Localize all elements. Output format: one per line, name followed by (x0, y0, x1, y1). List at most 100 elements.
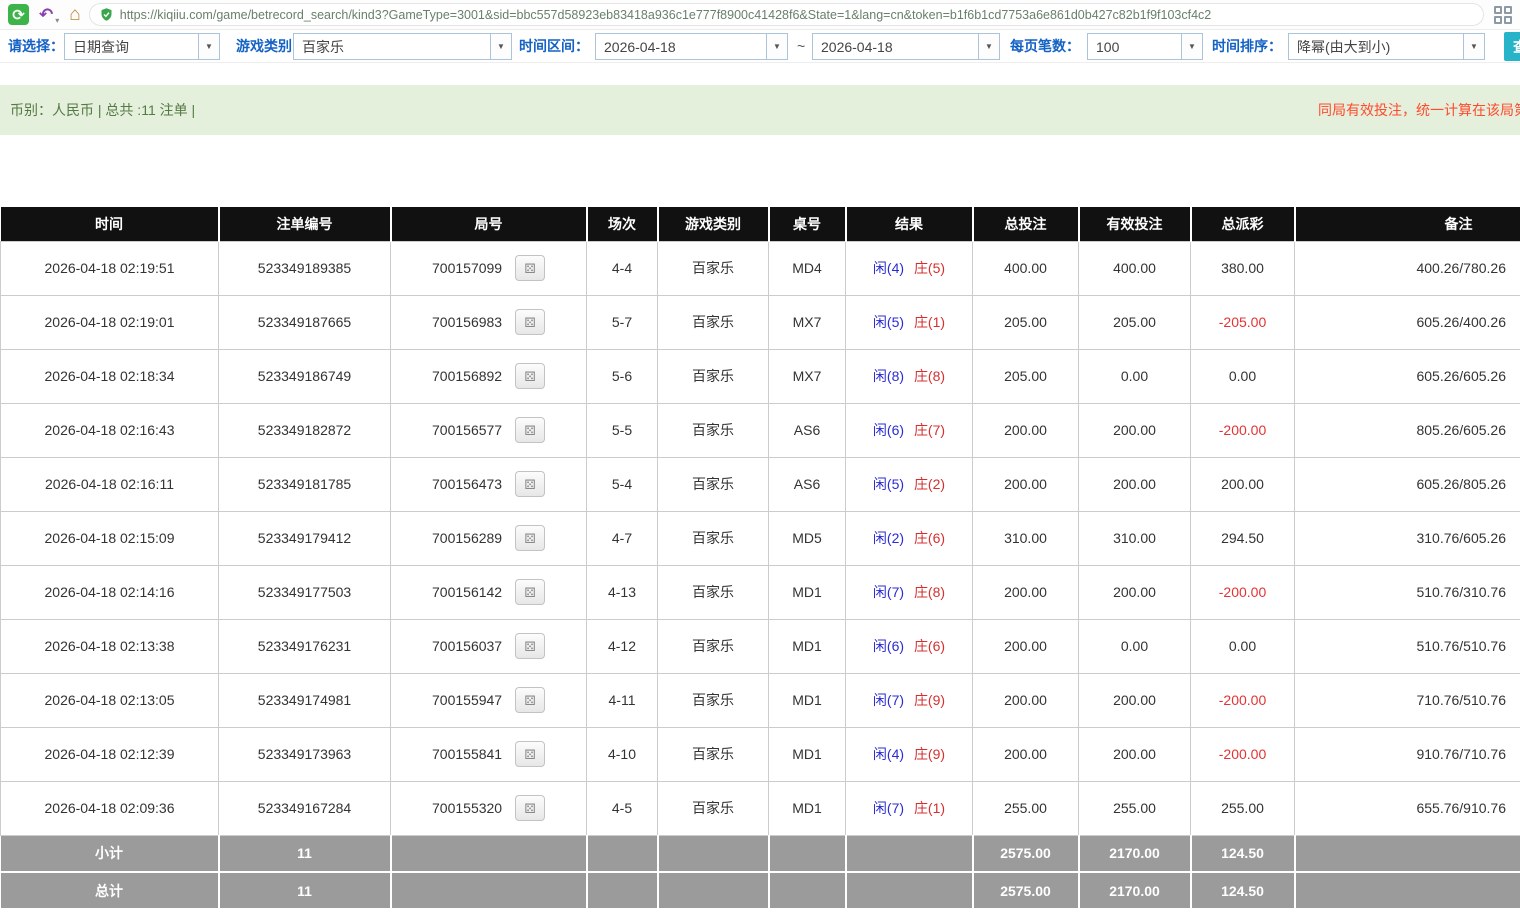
date-to-select[interactable]: 2026-04-18 ▼ (812, 33, 1000, 60)
refresh-icon[interactable]: ⟳ (8, 4, 29, 25)
round-detail-icon[interactable]: ⚄ (515, 741, 545, 767)
chevron-down-icon[interactable]: ▼ (1181, 34, 1202, 59)
round-detail-icon[interactable]: ⚄ (515, 525, 545, 551)
cell-total-bet[interactable]: 200.00 (973, 565, 1079, 619)
result-player: 闲(4) (873, 746, 904, 762)
table-row: 2026-04-18 02:13:05 523349174981 7001559… (1, 673, 1520, 727)
cell-payout: 294.50 (1191, 511, 1295, 565)
cell-payout: -200.00 (1191, 673, 1295, 727)
chevron-down-icon[interactable]: ▼ (490, 34, 511, 59)
browser-extension-icon[interactable] (1494, 6, 1512, 24)
header-remark: 备注 (1295, 207, 1520, 241)
search-button[interactable]: 查询 (1504, 32, 1520, 61)
page-size-select[interactable]: 100 ▼ (1087, 33, 1203, 60)
cell-table-no: MX7 (769, 295, 846, 349)
header-payout: 总派彩 (1191, 207, 1295, 241)
cell-total-bet[interactable]: 205.00 (973, 295, 1079, 349)
cell-total-bet[interactable]: 200.00 (973, 403, 1079, 457)
cell-time: 2026-04-18 02:13:38 (1, 619, 219, 673)
dice-glyph: ⚄ (524, 262, 535, 275)
result-player: 闲(7) (873, 692, 904, 708)
cell-total-bet[interactable]: 310.00 (973, 511, 1079, 565)
round-detail-icon[interactable]: ⚄ (515, 633, 545, 659)
table-row: 2026-04-18 02:19:01 523349187665 7001569… (1, 295, 1520, 349)
query-type-value: 日期查询 (65, 34, 198, 59)
cell-session: 5-4 (587, 457, 658, 511)
undo-icon[interactable]: ↶ (39, 5, 53, 25)
subtotal-label: 小计 (1, 835, 219, 872)
cell-round-id: 700156983 ⚄ (391, 295, 587, 349)
dice-glyph: ⚄ (524, 640, 535, 653)
cell-bet-id: 523349182872 (219, 403, 391, 457)
round-id-text: 700155947 (432, 692, 502, 708)
subtotal-empty-cell (1295, 835, 1520, 872)
chevron-down-icon[interactable]: ▼ (978, 34, 999, 59)
home-icon[interactable]: ⌂ (69, 4, 80, 26)
cell-remark: 510.76/310.76 (1295, 565, 1520, 619)
round-detail-icon[interactable]: ⚄ (515, 687, 545, 713)
total-empty-cell (846, 872, 973, 909)
header-time: 时间 (1, 207, 219, 241)
cell-payout: 255.00 (1191, 781, 1295, 835)
table-row: 2026-04-18 02:18:34 523349186749 7001568… (1, 349, 1520, 403)
dice-glyph: ⚄ (524, 424, 535, 437)
cell-payout: -200.00 (1191, 727, 1295, 781)
cell-time: 2026-04-18 02:14:16 (1, 565, 219, 619)
round-detail-icon[interactable]: ⚄ (515, 363, 545, 389)
cell-total-bet[interactable]: 200.00 (973, 457, 1079, 511)
bet-records-table: 时间 注单编号 局号 场次 游戏类别 桌号 结果 总投注 有效投注 总派彩 备注… (0, 207, 1520, 910)
cell-result: 闲(7) 庄(1) (846, 781, 973, 835)
round-detail-icon[interactable]: ⚄ (515, 795, 545, 821)
round-detail-icon[interactable]: ⚄ (515, 309, 545, 335)
table-row: 2026-04-18 02:16:11 523349181785 7001564… (1, 457, 1520, 511)
cell-session: 4-11 (587, 673, 658, 727)
cell-total-bet[interactable]: 200.00 (973, 727, 1079, 781)
cell-total-bet[interactable]: 205.00 (973, 349, 1079, 403)
round-id-text: 700156577 (432, 422, 502, 438)
total-empty-cell (658, 872, 769, 909)
header-round-id: 局号 (391, 207, 587, 241)
cell-game-type: 百家乐 (658, 349, 769, 403)
cell-payout: -200.00 (1191, 565, 1295, 619)
sort-select[interactable]: 降幂(由大到小) ▼ (1288, 33, 1485, 60)
subtotal-empty-cell (391, 835, 587, 872)
cell-valid-bet: 205.00 (1079, 295, 1191, 349)
header-session: 场次 (587, 207, 658, 241)
result-player: 闲(4) (873, 260, 904, 276)
chevron-down-icon[interactable]: ▼ (198, 34, 219, 59)
chevron-down-icon[interactable]: ▼ (1463, 34, 1484, 59)
header-result: 结果 (846, 207, 973, 241)
cell-remark: 510.76/510.76 (1295, 619, 1520, 673)
cell-bet-id: 523349189385 (219, 241, 391, 295)
chevron-down-icon[interactable]: ▼ (766, 34, 787, 59)
date-from-select[interactable]: 2026-04-18 ▼ (595, 33, 788, 60)
round-detail-icon[interactable]: ⚄ (515, 471, 545, 497)
cell-total-bet[interactable]: 400.00 (973, 241, 1079, 295)
round-detail-icon[interactable]: ⚄ (515, 255, 545, 281)
cell-total-bet[interactable]: 200.00 (973, 673, 1079, 727)
dice-glyph: ⚄ (524, 694, 535, 707)
cell-game-type: 百家乐 (658, 241, 769, 295)
round-id-text: 700156983 (432, 314, 502, 330)
total-valid-bet: 2170.00 (1079, 872, 1191, 909)
game-type-select[interactable]: 百家乐 ▼ (293, 33, 512, 60)
cell-remark: 605.26/805.26 (1295, 457, 1520, 511)
round-detail-icon[interactable]: ⚄ (515, 579, 545, 605)
cell-table-no: MX7 (769, 349, 846, 403)
cell-valid-bet: 200.00 (1079, 673, 1191, 727)
total-empty-cell (769, 872, 846, 909)
cell-payout: -200.00 (1191, 403, 1295, 457)
undo-dropdown-icon[interactable]: ▾ (55, 16, 59, 29)
cell-total-bet[interactable]: 200.00 (973, 619, 1079, 673)
grand-total-row: 总计 11 2575.00 2170.00 124.50 (1, 872, 1520, 909)
address-bar[interactable]: https://kiqiiu.com/game/betrecord_search… (89, 3, 1484, 26)
round-id-text: 700156289 (432, 530, 502, 546)
total-payout: 124.50 (1191, 872, 1295, 909)
game-type-label: 游戏类别 (236, 30, 292, 63)
round-detail-icon[interactable]: ⚄ (515, 417, 545, 443)
dice-glyph: ⚄ (524, 316, 535, 329)
query-type-select[interactable]: 日期查询 ▼ (64, 33, 220, 60)
cell-session: 5-7 (587, 295, 658, 349)
cell-total-bet[interactable]: 255.00 (973, 781, 1079, 835)
cell-result: 闲(8) 庄(8) (846, 349, 973, 403)
